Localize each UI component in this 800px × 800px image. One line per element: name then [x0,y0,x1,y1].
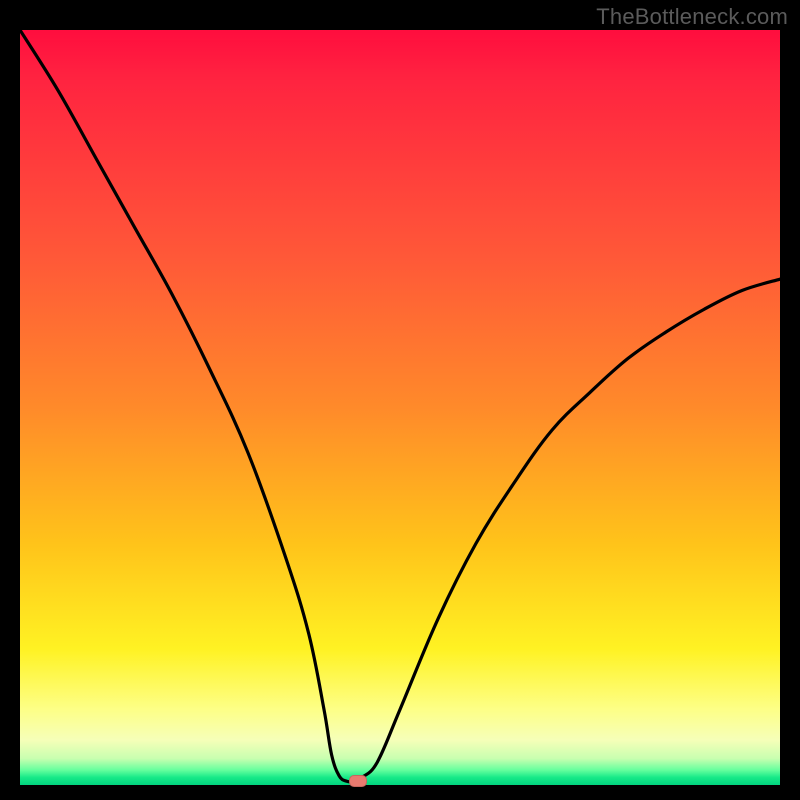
chart-stage: TheBottleneck.com [0,0,800,800]
bottleneck-curve [20,30,780,785]
minimum-marker [349,775,367,787]
watermark-text: TheBottleneck.com [596,4,788,30]
plot-area [20,30,780,785]
curve-path [20,30,780,782]
